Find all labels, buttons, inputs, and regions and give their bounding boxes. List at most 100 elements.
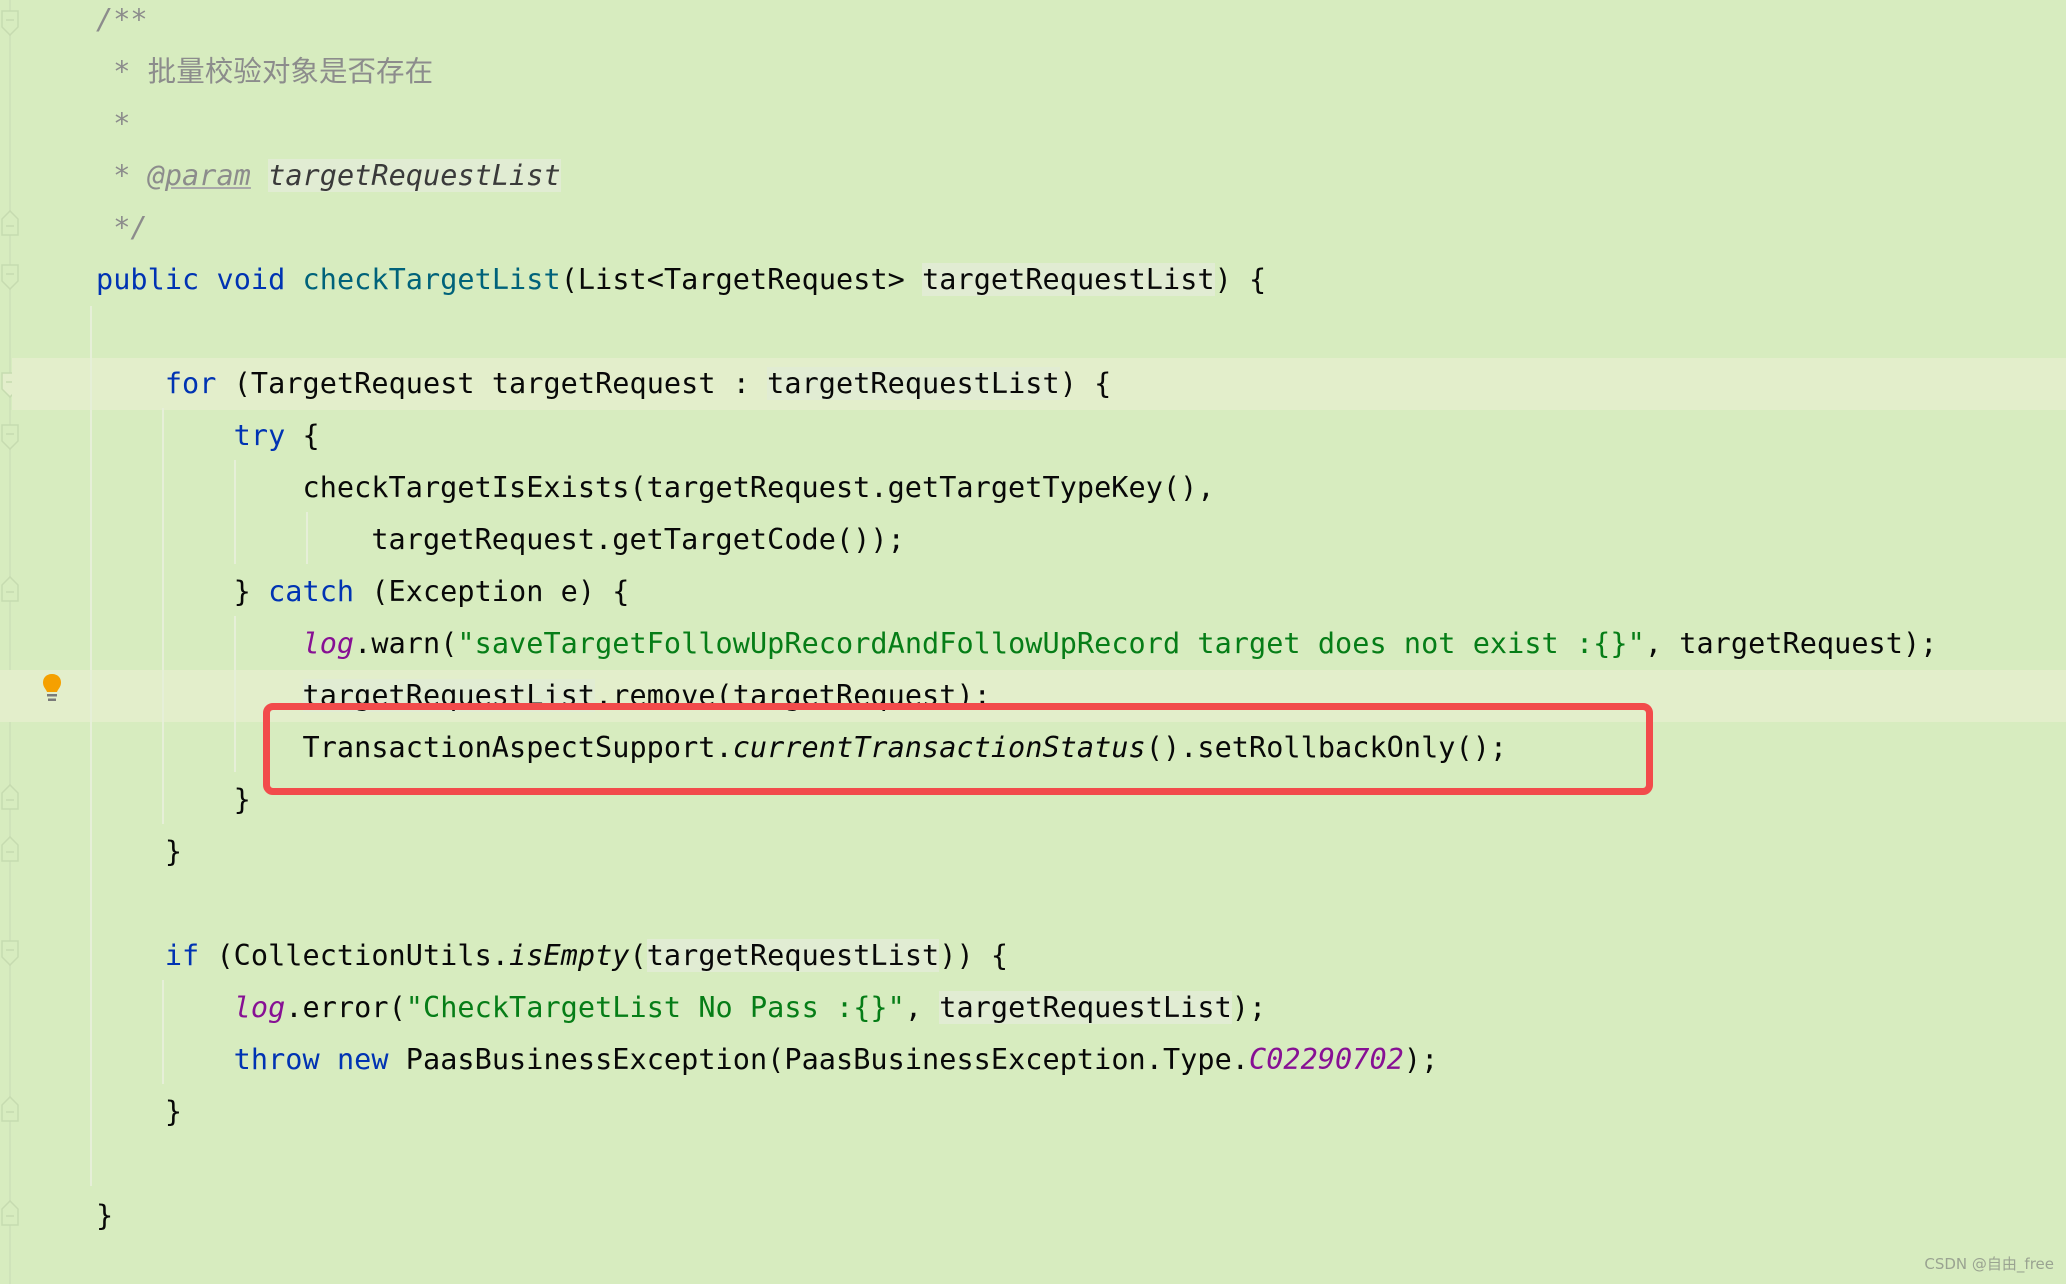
- code-token: *: [96, 55, 148, 88]
- code-token: new: [336, 1043, 389, 1076]
- code-line[interactable]: *: [0, 98, 2066, 150]
- code-line-text: *: [96, 98, 130, 150]
- code-token: throw: [233, 1043, 320, 1076]
- code-token: (: [629, 939, 647, 972]
- code-line[interactable]: [0, 306, 2066, 358]
- lightbulb-icon[interactable]: [40, 672, 64, 706]
- code-line-text: checkTargetIsExists(targetRequest.getTar…: [96, 462, 1215, 514]
- code-line[interactable]: log.warn("saveTargetFollowUpRecordAndFol…: [0, 618, 2066, 670]
- code-token: targetRequestList: [922, 263, 1215, 296]
- code-token: targetRequestList: [767, 367, 1060, 400]
- code-token: *: [96, 107, 131, 140]
- code-token: log: [233, 991, 286, 1024]
- code-token: log: [302, 627, 355, 660]
- indent-guide: [306, 512, 308, 564]
- code-token: */: [96, 211, 148, 244]
- indent-guide: [162, 980, 164, 1084]
- annotation-highlight-box: [263, 703, 1653, 795]
- code-line[interactable]: [0, 1138, 2066, 1190]
- code-token: @param: [147, 159, 251, 192]
- code-line-text: public void checkTargetList(List<TargetR…: [96, 254, 1266, 306]
- code-line-text: log.error("CheckTargetList No Pass :{}",…: [96, 982, 1266, 1034]
- code-line[interactable]: * 批量校验对象是否存在: [0, 46, 2066, 98]
- code-token: checkTargetList: [302, 263, 561, 296]
- code-token: isEmpty: [509, 939, 630, 972]
- code-token: }: [96, 575, 269, 608]
- code-token: );: [1403, 1043, 1439, 1076]
- code-token: /**: [96, 3, 148, 36]
- code-token: "saveTargetFollowUpRecordAndFollowUpReco…: [457, 627, 1645, 660]
- code-line[interactable]: if (CollectionUtils.isEmpty(targetReques…: [0, 930, 2066, 982]
- code-line[interactable]: throw new PaasBusinessException(PaasBusi…: [0, 1034, 2066, 1086]
- code-line-text: }: [96, 1190, 113, 1242]
- indent-guide: [90, 306, 92, 1186]
- code-line[interactable]: log.error("CheckTargetList No Pass :{}",…: [0, 982, 2066, 1034]
- code-token: );: [1231, 991, 1267, 1024]
- code-line[interactable]: /**: [0, 0, 2066, 46]
- code-line[interactable]: }: [0, 1190, 2066, 1242]
- code-token: for: [164, 367, 217, 400]
- code-editor[interactable]: /** * 批量校验对象是否存在 * * @param targetReques…: [0, 0, 2066, 1284]
- code-token: (List<TargetRequest>: [560, 263, 923, 296]
- code-line[interactable]: } catch (Exception e) {: [0, 566, 2066, 618]
- code-line[interactable]: for (TargetRequest targetRequest : targe…: [12, 358, 2066, 410]
- code-line-text: log.warn("saveTargetFollowUpRecordAndFol…: [96, 618, 1938, 670]
- code-token: "CheckTargetList No Pass :{}": [405, 991, 905, 1024]
- indent-guide: [234, 616, 236, 772]
- code-token: targetRequestList: [939, 991, 1232, 1024]
- code-line-text: * 批量校验对象是否存在: [96, 46, 433, 98]
- code-line-text: /**: [96, 0, 148, 46]
- code-line-text: }: [96, 774, 251, 826]
- code-token: ) {: [1059, 367, 1112, 400]
- code-line[interactable]: }: [0, 826, 2066, 878]
- code-line[interactable]: * @param targetRequestList: [0, 150, 2066, 202]
- code-token: (Exception e) {: [354, 575, 630, 608]
- watermark: CSDN @自由_free: [1924, 1255, 2054, 1273]
- code-line-text: */: [96, 202, 148, 254]
- code-token: catch: [268, 575, 355, 608]
- code-line-text: throw new PaasBusinessException(PaasBusi…: [96, 1034, 1439, 1086]
- code-line-text: }: [96, 826, 182, 878]
- code-line-text: try {: [96, 410, 320, 462]
- code-token: , targetRequest);: [1644, 627, 1938, 660]
- code-line[interactable]: public void checkTargetList(List<TargetR…: [0, 254, 2066, 306]
- code-token: *: [96, 159, 148, 192]
- code-token: {: [285, 419, 320, 452]
- code-line[interactable]: checkTargetIsExists(targetRequest.getTar…: [0, 462, 2066, 514]
- code-line[interactable]: */: [0, 202, 2066, 254]
- code-line[interactable]: [0, 878, 2066, 930]
- code-line[interactable]: targetRequest.getTargetCode());: [0, 514, 2066, 566]
- code-token: }: [96, 835, 183, 868]
- code-token: targetRequest.getTargetCode());: [96, 523, 905, 556]
- code-token: PaasBusinessException(PaasBusinessExcept…: [388, 1043, 1249, 1076]
- code-token: targetRequestList: [646, 939, 940, 972]
- indent-guide: [162, 408, 164, 824]
- code-token: checkTargetIsExists(targetRequest.getTar…: [96, 471, 1215, 504]
- code-token: 批量校验对象是否存在: [147, 55, 434, 88]
- code-line-text: targetRequest.getTargetCode());: [96, 514, 905, 566]
- code-token: .warn(: [354, 627, 458, 660]
- code-token: (TargetRequest targetRequest :: [216, 367, 768, 400]
- code-line-text: } catch (Exception e) {: [96, 566, 630, 618]
- code-token: }: [96, 1199, 114, 1232]
- code-token: (CollectionUtils.: [199, 939, 510, 972]
- code-line[interactable]: }: [0, 1086, 2066, 1138]
- code-token: targetRequestList: [268, 159, 561, 192]
- code-token: public: [96, 263, 200, 296]
- indent-guide: [234, 460, 236, 564]
- code-line[interactable]: try {: [0, 410, 2066, 462]
- code-token: ) {: [1214, 263, 1267, 296]
- code-token: C02290702: [1249, 1043, 1404, 1076]
- code-token: try: [233, 419, 286, 452]
- code-line-text: * @param targetRequestList: [96, 150, 561, 202]
